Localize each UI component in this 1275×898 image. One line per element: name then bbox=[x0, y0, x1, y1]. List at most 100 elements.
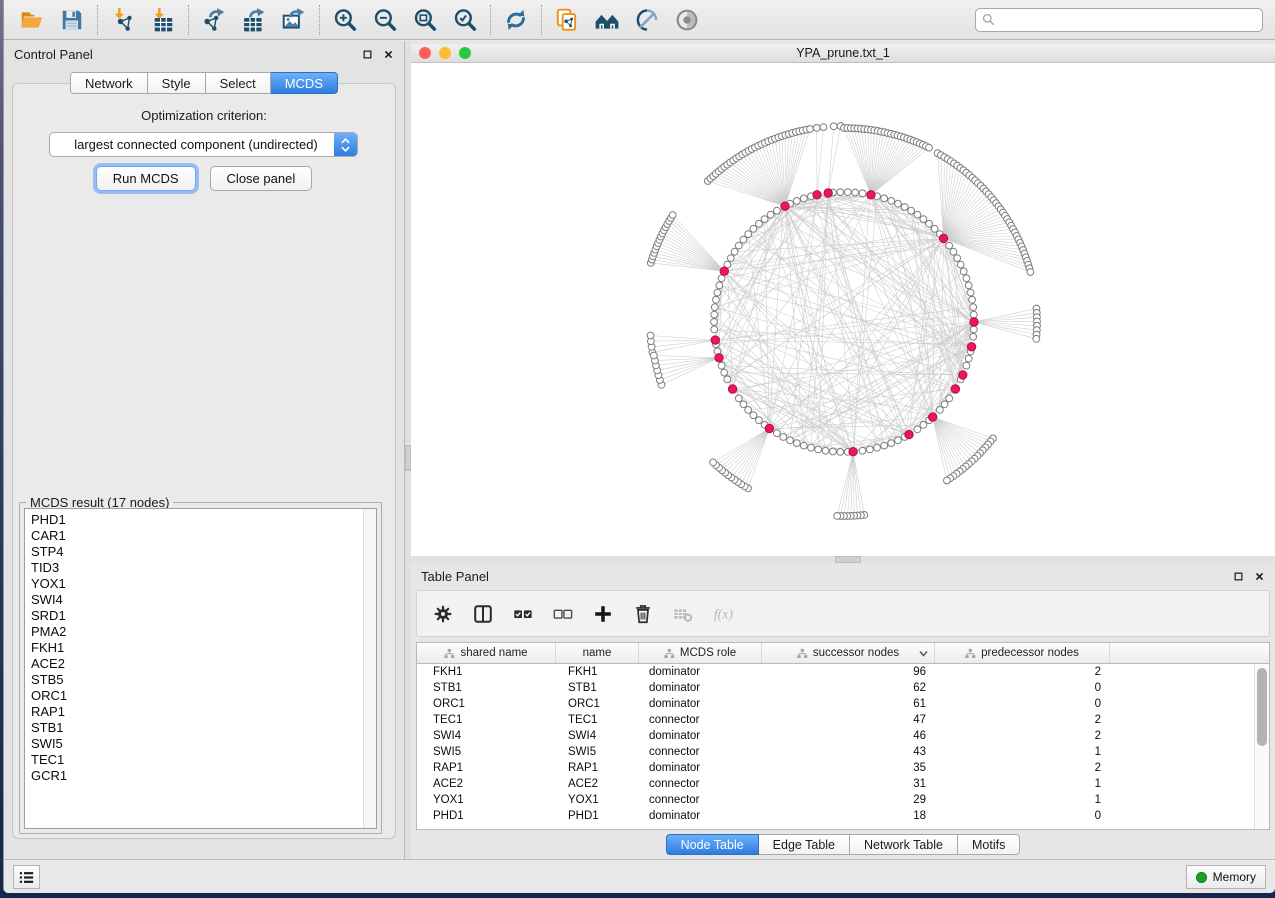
network-node[interactable] bbox=[800, 442, 807, 449]
network-node[interactable] bbox=[756, 417, 763, 424]
network-node[interactable] bbox=[895, 437, 902, 444]
table-scrollbar[interactable] bbox=[1254, 664, 1269, 829]
result-list-scrollbar[interactable] bbox=[363, 509, 376, 828]
network-node[interactable] bbox=[710, 459, 717, 466]
network-node[interactable] bbox=[711, 319, 718, 326]
table-row[interactable]: STB1STB1dominator620 bbox=[417, 680, 1269, 696]
mcds-result-item[interactable]: STB1 bbox=[31, 720, 376, 736]
network-node[interactable] bbox=[787, 437, 794, 444]
mcds-result-item[interactable]: RAP1 bbox=[31, 704, 376, 720]
network-node[interactable] bbox=[815, 446, 822, 453]
network-node[interactable] bbox=[914, 426, 921, 433]
network-node[interactable] bbox=[727, 255, 734, 262]
hide-selected-button[interactable] bbox=[627, 3, 667, 37]
network-node[interactable] bbox=[1027, 269, 1034, 276]
column-header-name[interactable]: name bbox=[556, 643, 639, 663]
network-node[interactable] bbox=[965, 355, 972, 362]
close-panel-icon[interactable] bbox=[1254, 571, 1265, 582]
tab-edge-table[interactable]: Edge Table bbox=[759, 834, 850, 855]
network-node[interactable] bbox=[970, 304, 977, 311]
memory-button[interactable]: Memory bbox=[1186, 865, 1266, 889]
mcds-result-item[interactable]: SWI5 bbox=[31, 736, 376, 752]
run-mcds-button[interactable]: Run MCDS bbox=[96, 166, 196, 191]
network-node[interactable] bbox=[963, 275, 970, 282]
network-node[interactable] bbox=[963, 362, 970, 369]
mcds-result-item[interactable]: STB5 bbox=[31, 672, 376, 688]
mcds-hub-node[interactable] bbox=[765, 424, 773, 432]
network-node[interactable] bbox=[970, 333, 977, 340]
select-all-button[interactable] bbox=[511, 602, 535, 626]
settings-gear-button[interactable] bbox=[431, 602, 455, 626]
network-node[interactable] bbox=[1033, 335, 1040, 342]
save-session-button[interactable] bbox=[52, 3, 92, 37]
network-node[interactable] bbox=[820, 124, 827, 131]
network-node[interactable] bbox=[793, 198, 800, 205]
mcds-result-list[interactable]: PHD1CAR1STP4TID3YOX1SWI4SRD1PMA2FKH1ACE2… bbox=[24, 508, 377, 829]
network-node[interactable] bbox=[946, 395, 953, 402]
criterion-dropdown[interactable]: largest connected component (undirected) bbox=[49, 132, 358, 157]
table-row[interactable]: FKH1FKH1dominator962 bbox=[417, 664, 1269, 680]
network-node[interactable] bbox=[944, 477, 951, 484]
network-node[interactable] bbox=[950, 248, 957, 255]
network-node[interactable] bbox=[711, 304, 718, 311]
float-panel-icon[interactable] bbox=[362, 49, 373, 60]
network-node[interactable] bbox=[718, 275, 725, 282]
network-node[interactable] bbox=[756, 220, 763, 227]
network-node[interactable] bbox=[780, 434, 787, 441]
deselect-all-button[interactable] bbox=[551, 602, 575, 626]
network-node[interactable] bbox=[807, 126, 814, 133]
search-box[interactable] bbox=[975, 8, 1263, 32]
network-node[interactable] bbox=[874, 444, 881, 451]
new-network-from-selection-button[interactable] bbox=[547, 3, 587, 37]
network-node[interactable] bbox=[713, 296, 720, 303]
table-row[interactable]: ACE2ACE2connector311 bbox=[417, 776, 1269, 792]
refresh-layout-button[interactable] bbox=[496, 3, 536, 37]
mcds-hub-node[interactable] bbox=[813, 191, 821, 199]
tab-node-table[interactable]: Node Table bbox=[666, 834, 759, 855]
show-graphics-details-button[interactable] bbox=[667, 3, 707, 37]
horizontal-splitter[interactable] bbox=[411, 556, 1275, 563]
network-node[interactable] bbox=[651, 352, 658, 359]
mcds-result-item[interactable]: TEC1 bbox=[31, 752, 376, 768]
network-node[interactable] bbox=[711, 326, 718, 333]
network-node[interactable] bbox=[926, 144, 933, 151]
network-node[interactable] bbox=[774, 430, 781, 437]
open-file-button[interactable] bbox=[12, 3, 52, 37]
mcds-hub-node[interactable] bbox=[849, 448, 857, 456]
network-node[interactable] bbox=[714, 289, 721, 296]
network-node[interactable] bbox=[931, 225, 938, 232]
network-node[interactable] bbox=[837, 449, 844, 456]
mcds-result-item[interactable]: ACE2 bbox=[31, 656, 376, 672]
network-node[interactable] bbox=[957, 261, 964, 268]
tab-select[interactable]: Select bbox=[206, 72, 271, 94]
tab-mcds[interactable]: MCDS bbox=[271, 72, 338, 94]
float-panel-icon[interactable] bbox=[1233, 571, 1244, 582]
network-node[interactable] bbox=[745, 407, 752, 414]
network-node[interactable] bbox=[969, 296, 976, 303]
table-row[interactable]: YOX1YOX1connector291 bbox=[417, 792, 1269, 808]
mcds-result-item[interactable]: YOX1 bbox=[31, 576, 376, 592]
mcds-result-item[interactable]: PHD1 bbox=[31, 512, 376, 528]
close-panel-button[interactable]: Close panel bbox=[210, 166, 313, 191]
export-image-button[interactable] bbox=[274, 3, 314, 37]
network-node[interactable] bbox=[800, 195, 807, 202]
mcds-result-item[interactable]: SRD1 bbox=[31, 608, 376, 624]
mcds-hub-node[interactable] bbox=[867, 191, 875, 199]
export-network-button[interactable] bbox=[194, 3, 234, 37]
network-node[interactable] bbox=[852, 189, 859, 196]
network-node[interactable] bbox=[721, 369, 728, 376]
network-node[interactable] bbox=[711, 311, 718, 318]
mcds-result-item[interactable]: SWI4 bbox=[31, 592, 376, 608]
mcds-hub-node[interactable] bbox=[951, 385, 959, 393]
network-node[interactable] bbox=[936, 407, 943, 414]
column-header-MCDS-role[interactable]: MCDS role bbox=[639, 643, 762, 663]
network-node[interactable] bbox=[822, 447, 829, 454]
node-table[interactable]: shared namenameMCDS rolesuccessor nodesp… bbox=[416, 642, 1270, 830]
network-node[interactable] bbox=[965, 282, 972, 289]
network-node[interactable] bbox=[813, 125, 820, 132]
table-row[interactable]: SWI5SWI5connector431 bbox=[417, 744, 1269, 760]
network-node[interactable] bbox=[716, 282, 723, 289]
network-node[interactable] bbox=[740, 401, 747, 408]
network-node[interactable] bbox=[830, 123, 837, 130]
tab-network-table[interactable]: Network Table bbox=[850, 834, 958, 855]
